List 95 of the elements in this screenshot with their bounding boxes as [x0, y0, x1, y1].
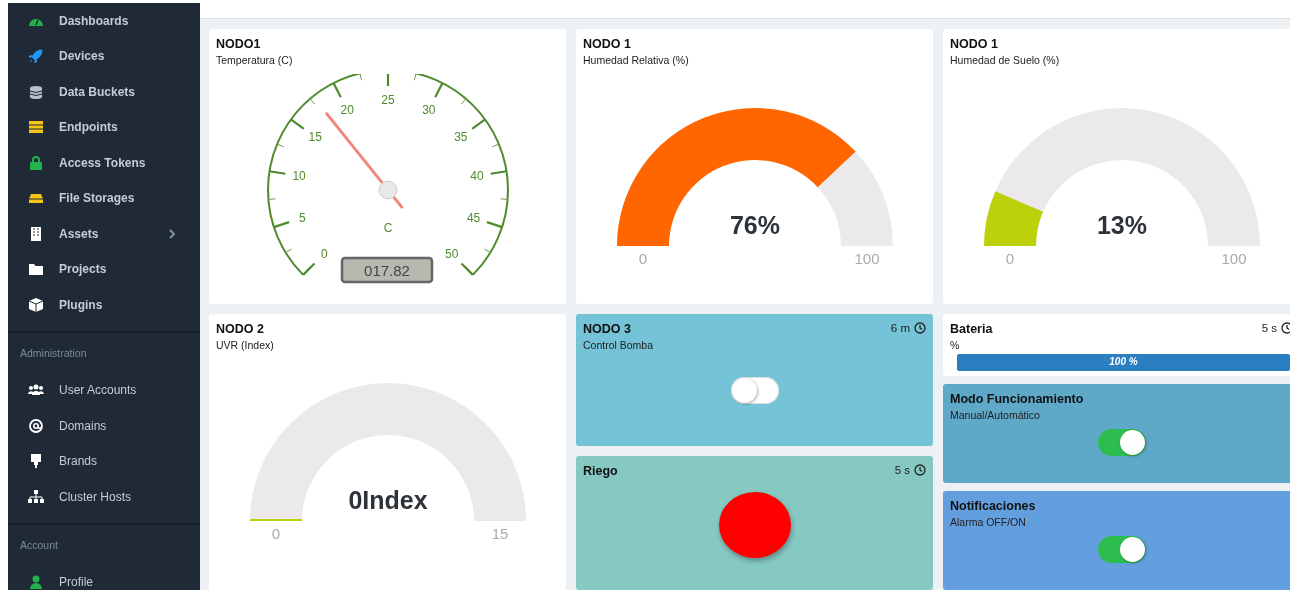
tick-mark: [309, 98, 315, 105]
tick-mark: [486, 221, 502, 229]
tick-mark: [276, 143, 284, 148]
gauge-max: 100: [1221, 250, 1246, 266]
nav-item[interactable]: Assets: [8, 216, 200, 252]
toggle-switch[interactable]: [1097, 536, 1146, 563]
widget-title: Riego: [583, 464, 618, 478]
toggle-switch[interactable]: [730, 377, 779, 404]
tick-mark: [491, 143, 499, 148]
widget-title: NODO 2: [216, 322, 265, 336]
nav-item[interactable]: Profile: [8, 564, 200, 590]
scale-label: 35: [453, 130, 467, 145]
gauge-max: 15: [491, 525, 508, 541]
tick-mark: [413, 74, 416, 81]
nav-item[interactable]: User Accounts: [8, 372, 200, 408]
tick-mark: [433, 82, 443, 98]
scale-label: 50: [444, 246, 458, 261]
nav-item[interactable]: Devices: [8, 38, 200, 74]
unit-label: C: [383, 221, 392, 235]
widget-title: NODO 1: [583, 37, 632, 51]
user-icon: [28, 575, 44, 590]
tick-mark: [284, 248, 292, 254]
clock-icon: [914, 464, 926, 476]
users-icon: [28, 383, 44, 398]
nav-item[interactable]: Access Tokens: [8, 145, 200, 181]
reading-display: 017.82: [340, 256, 433, 284]
update-time: 5 s: [1261, 322, 1277, 334]
nav-item[interactable]: Domains: [8, 408, 200, 444]
widget-title: NODO 1: [950, 37, 999, 51]
section-heading: Account: [19, 537, 59, 553]
widget-title: NODO 3: [583, 322, 632, 336]
scale-label: 30: [421, 102, 436, 117]
scale-label: 20: [339, 102, 354, 117]
scale-label: 45: [466, 210, 480, 225]
widget-subtitle: Humedad de Suelo (%): [950, 54, 1060, 66]
scale-label: 10: [291, 168, 306, 183]
section-heading: Administration: [19, 345, 88, 361]
widget-subtitle: UVR (Index): [216, 339, 274, 351]
brush-icon: [28, 454, 44, 469]
tick-mark: [273, 221, 289, 229]
scale-label: 25: [380, 93, 395, 107]
toggle-switch[interactable]: [1097, 429, 1146, 456]
clock-icon: [1281, 322, 1290, 334]
nav-item[interactable]: Endpoints: [8, 109, 200, 145]
database-icon: [28, 84, 44, 99]
scale-label: 0: [320, 246, 328, 261]
server-icon: [28, 120, 44, 135]
scale-label: 40: [469, 168, 484, 183]
tick-mark: [332, 82, 342, 98]
tick-mark: [289, 118, 304, 130]
tick-mark: [359, 74, 362, 81]
update-time: 6 m: [890, 322, 910, 334]
widget-title: Modo Funcionamiento: [950, 392, 1084, 406]
scale-label: 5: [298, 210, 306, 225]
gauge-min: 0: [1005, 250, 1014, 266]
sitemap-icon: [28, 489, 44, 504]
progress-label: 100 %: [1108, 356, 1139, 367]
nav-item[interactable]: File Storages: [8, 180, 200, 216]
tick-mark: [267, 198, 276, 200]
gauge-max: 100: [854, 250, 879, 266]
folder-icon: [28, 262, 44, 277]
nav-item[interactable]: Projects: [8, 251, 200, 287]
widget-subtitle: Control Bomba: [583, 339, 654, 351]
gauge-value: 0Index: [347, 486, 428, 514]
drive-icon: [28, 191, 44, 206]
nav-item[interactable]: Data Buckets: [8, 74, 200, 110]
gauge-value: 13%: [1096, 211, 1147, 239]
lock-icon: [28, 155, 44, 170]
update-time: 5 s: [894, 464, 910, 476]
scale-label: 15: [308, 130, 322, 145]
clock-icon: [914, 322, 926, 334]
widget-subtitle: Humedad Relativa (%): [583, 54, 689, 66]
rocket-icon: [28, 49, 44, 64]
cube-icon: [28, 297, 44, 312]
nav-item[interactable]: Brands: [8, 443, 200, 479]
tick-mark: [499, 198, 508, 200]
widget-subtitle: Alarma OFF/ON: [950, 516, 1027, 528]
gauge-value: 76%: [729, 211, 780, 239]
widget-title: Notificaciones: [950, 499, 1036, 513]
nav-item[interactable]: Dashboards: [8, 3, 200, 39]
gauge-min: 0: [638, 250, 647, 266]
widget-subtitle: %: [950, 339, 961, 351]
tick-mark: [483, 248, 491, 254]
widget-subtitle: Temperatura (C): [216, 54, 293, 66]
gauge-min: 0: [271, 525, 280, 541]
tick-mark: [471, 118, 486, 130]
tick-mark: [460, 98, 466, 105]
at-icon: [28, 418, 44, 433]
nav-item[interactable]: Plugins: [8, 287, 200, 323]
widget-title: NODO1: [216, 37, 262, 51]
nav-item[interactable]: Cluster Hosts: [8, 479, 200, 515]
widget-subtitle: Manual/Automático: [950, 409, 1041, 421]
widget-title: Bateria: [950, 322, 993, 336]
tick-mark: [386, 74, 389, 86]
building-icon: [28, 226, 44, 241]
